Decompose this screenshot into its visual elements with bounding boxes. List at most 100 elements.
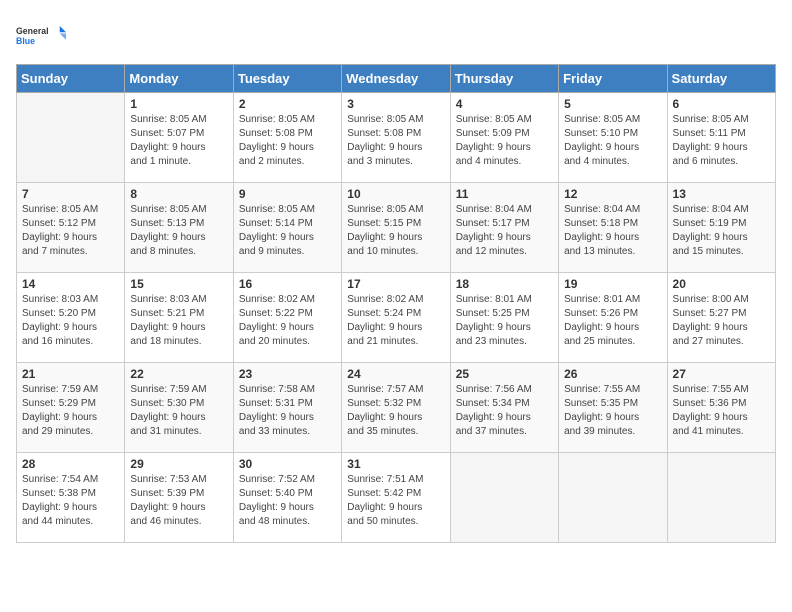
calendar-cell: 11 Sunrise: 8:04 AMSunset: 5:17 PMDayligh…	[450, 183, 558, 273]
day-number: 29	[130, 457, 227, 471]
calendar-cell: 9 Sunrise: 8:05 AMSunset: 5:14 PMDaylight…	[233, 183, 341, 273]
calendar-cell	[17, 93, 125, 183]
calendar-week-row: 21 Sunrise: 7:59 AMSunset: 5:29 PMDayligh…	[17, 363, 776, 453]
calendar-cell: 27 Sunrise: 7:55 AMSunset: 5:36 PMDayligh…	[667, 363, 775, 453]
day-header-sunday: Sunday	[17, 65, 125, 93]
day-info: Sunrise: 8:05 AMSunset: 5:12 PMDaylight:…	[22, 203, 119, 259]
day-header-saturday: Saturday	[667, 65, 775, 93]
day-info: Sunrise: 8:04 AMSunset: 5:18 PMDaylight:…	[564, 203, 661, 259]
calendar-cell: 17 Sunrise: 8:02 AMSunset: 5:24 PMDayligh…	[342, 273, 450, 363]
day-info: Sunrise: 7:59 AMSunset: 5:29 PMDaylight:…	[22, 383, 119, 439]
calendar-cell: 26 Sunrise: 7:55 AMSunset: 5:35 PMDayligh…	[559, 363, 667, 453]
calendar-cell: 3 Sunrise: 8:05 AMSunset: 5:08 PMDaylight…	[342, 93, 450, 183]
day-number: 21	[22, 367, 119, 381]
day-number: 19	[564, 277, 661, 291]
calendar-cell: 15 Sunrise: 8:03 AMSunset: 5:21 PMDayligh…	[125, 273, 233, 363]
page-header: General Blue	[16, 16, 776, 56]
calendar-cell: 18 Sunrise: 8:01 AMSunset: 5:25 PMDayligh…	[450, 273, 558, 363]
day-info: Sunrise: 8:03 AMSunset: 5:20 PMDaylight:…	[22, 293, 119, 349]
calendar-cell: 7 Sunrise: 8:05 AMSunset: 5:12 PMDaylight…	[17, 183, 125, 273]
day-info: Sunrise: 8:05 AMSunset: 5:14 PMDaylight:…	[239, 203, 336, 259]
day-info: Sunrise: 8:01 AMSunset: 5:25 PMDaylight:…	[456, 293, 553, 349]
logo-svg: General Blue	[16, 16, 66, 56]
calendar-cell	[559, 453, 667, 543]
calendar-cell: 24 Sunrise: 7:57 AMSunset: 5:32 PMDayligh…	[342, 363, 450, 453]
calendar-week-row: 28 Sunrise: 7:54 AMSunset: 5:38 PMDayligh…	[17, 453, 776, 543]
day-info: Sunrise: 7:56 AMSunset: 5:34 PMDaylight:…	[456, 383, 553, 439]
svg-text:General: General	[16, 26, 49, 36]
day-header-friday: Friday	[559, 65, 667, 93]
day-number: 12	[564, 187, 661, 201]
day-info: Sunrise: 8:05 AMSunset: 5:11 PMDaylight:…	[673, 113, 770, 169]
day-info: Sunrise: 8:02 AMSunset: 5:24 PMDaylight:…	[347, 293, 444, 349]
day-number: 7	[22, 187, 119, 201]
day-number: 31	[347, 457, 444, 471]
calendar-week-row: 14 Sunrise: 8:03 AMSunset: 5:20 PMDayligh…	[17, 273, 776, 363]
day-info: Sunrise: 8:05 AMSunset: 5:10 PMDaylight:…	[564, 113, 661, 169]
day-number: 30	[239, 457, 336, 471]
calendar-table: SundayMondayTuesdayWednesdayThursdayFrid…	[16, 64, 776, 543]
day-header-wednesday: Wednesday	[342, 65, 450, 93]
day-info: Sunrise: 7:54 AMSunset: 5:38 PMDaylight:…	[22, 473, 119, 529]
calendar-cell: 5 Sunrise: 8:05 AMSunset: 5:10 PMDaylight…	[559, 93, 667, 183]
calendar-cell	[450, 453, 558, 543]
day-number: 1	[130, 97, 227, 111]
day-info: Sunrise: 8:04 AMSunset: 5:19 PMDaylight:…	[673, 203, 770, 259]
day-info: Sunrise: 8:05 AMSunset: 5:13 PMDaylight:…	[130, 203, 227, 259]
day-number: 16	[239, 277, 336, 291]
day-number: 3	[347, 97, 444, 111]
day-info: Sunrise: 7:53 AMSunset: 5:39 PMDaylight:…	[130, 473, 227, 529]
day-info: Sunrise: 7:57 AMSunset: 5:32 PMDaylight:…	[347, 383, 444, 439]
calendar-cell: 23 Sunrise: 7:58 AMSunset: 5:31 PMDayligh…	[233, 363, 341, 453]
day-number: 6	[673, 97, 770, 111]
calendar-cell: 10 Sunrise: 8:05 AMSunset: 5:15 PMDayligh…	[342, 183, 450, 273]
day-number: 14	[22, 277, 119, 291]
day-number: 26	[564, 367, 661, 381]
day-number: 17	[347, 277, 444, 291]
calendar-cell: 31 Sunrise: 7:51 AMSunset: 5:42 PMDayligh…	[342, 453, 450, 543]
day-number: 4	[456, 97, 553, 111]
day-number: 23	[239, 367, 336, 381]
calendar-cell: 8 Sunrise: 8:05 AMSunset: 5:13 PMDaylight…	[125, 183, 233, 273]
calendar-cell: 19 Sunrise: 8:01 AMSunset: 5:26 PMDayligh…	[559, 273, 667, 363]
day-number: 5	[564, 97, 661, 111]
calendar-cell: 28 Sunrise: 7:54 AMSunset: 5:38 PMDayligh…	[17, 453, 125, 543]
calendar-cell: 30 Sunrise: 7:52 AMSunset: 5:40 PMDayligh…	[233, 453, 341, 543]
calendar-cell	[667, 453, 775, 543]
day-number: 2	[239, 97, 336, 111]
day-number: 25	[456, 367, 553, 381]
logo: General Blue	[16, 16, 66, 56]
calendar-cell: 13 Sunrise: 8:04 AMSunset: 5:19 PMDayligh…	[667, 183, 775, 273]
day-info: Sunrise: 8:05 AMSunset: 5:08 PMDaylight:…	[347, 113, 444, 169]
calendar-cell: 21 Sunrise: 7:59 AMSunset: 5:29 PMDayligh…	[17, 363, 125, 453]
day-info: Sunrise: 8:05 AMSunset: 5:09 PMDaylight:…	[456, 113, 553, 169]
calendar-week-row: 1 Sunrise: 8:05 AMSunset: 5:07 PMDaylight…	[17, 93, 776, 183]
day-info: Sunrise: 8:05 AMSunset: 5:08 PMDaylight:…	[239, 113, 336, 169]
day-number: 18	[456, 277, 553, 291]
day-number: 11	[456, 187, 553, 201]
day-info: Sunrise: 7:51 AMSunset: 5:42 PMDaylight:…	[347, 473, 444, 529]
calendar-cell: 20Sunrise: 8:00 AMSunset: 5:27 PMDayligh…	[667, 273, 775, 363]
day-info: Sunrise: 8:01 AMSunset: 5:26 PMDaylight:…	[564, 293, 661, 349]
day-number: 24	[347, 367, 444, 381]
day-number: 27	[673, 367, 770, 381]
day-info: Sunrise: 8:05 AMSunset: 5:15 PMDaylight:…	[347, 203, 444, 259]
day-header-thursday: Thursday	[450, 65, 558, 93]
day-info: Sunrise: 7:55 AMSunset: 5:35 PMDaylight:…	[564, 383, 661, 439]
day-number: 9	[239, 187, 336, 201]
day-info: Sunrise: 8:03 AMSunset: 5:21 PMDaylight:…	[130, 293, 227, 349]
calendar-cell: 29 Sunrise: 7:53 AMSunset: 5:39 PMDayligh…	[125, 453, 233, 543]
calendar-cell: 2 Sunrise: 8:05 AMSunset: 5:08 PMDaylight…	[233, 93, 341, 183]
day-number: 10	[347, 187, 444, 201]
day-number: 13	[673, 187, 770, 201]
day-number: 28	[22, 457, 119, 471]
day-info: Sunrise: 7:52 AMSunset: 5:40 PMDaylight:…	[239, 473, 336, 529]
day-info: Sunrise: 8:04 AMSunset: 5:17 PMDaylight:…	[456, 203, 553, 259]
calendar-cell: 6 Sunrise: 8:05 AMSunset: 5:11 PMDaylight…	[667, 93, 775, 183]
day-number: 15	[130, 277, 227, 291]
day-info: Sunrise: 7:55 AMSunset: 5:36 PMDaylight:…	[673, 383, 770, 439]
svg-text:Blue: Blue	[16, 36, 35, 46]
day-info: Sunrise: 7:58 AMSunset: 5:31 PMDaylight:…	[239, 383, 336, 439]
day-number: 8	[130, 187, 227, 201]
day-info: Sunrise: 8:05 AMSunset: 5:07 PMDaylight:…	[130, 113, 227, 169]
